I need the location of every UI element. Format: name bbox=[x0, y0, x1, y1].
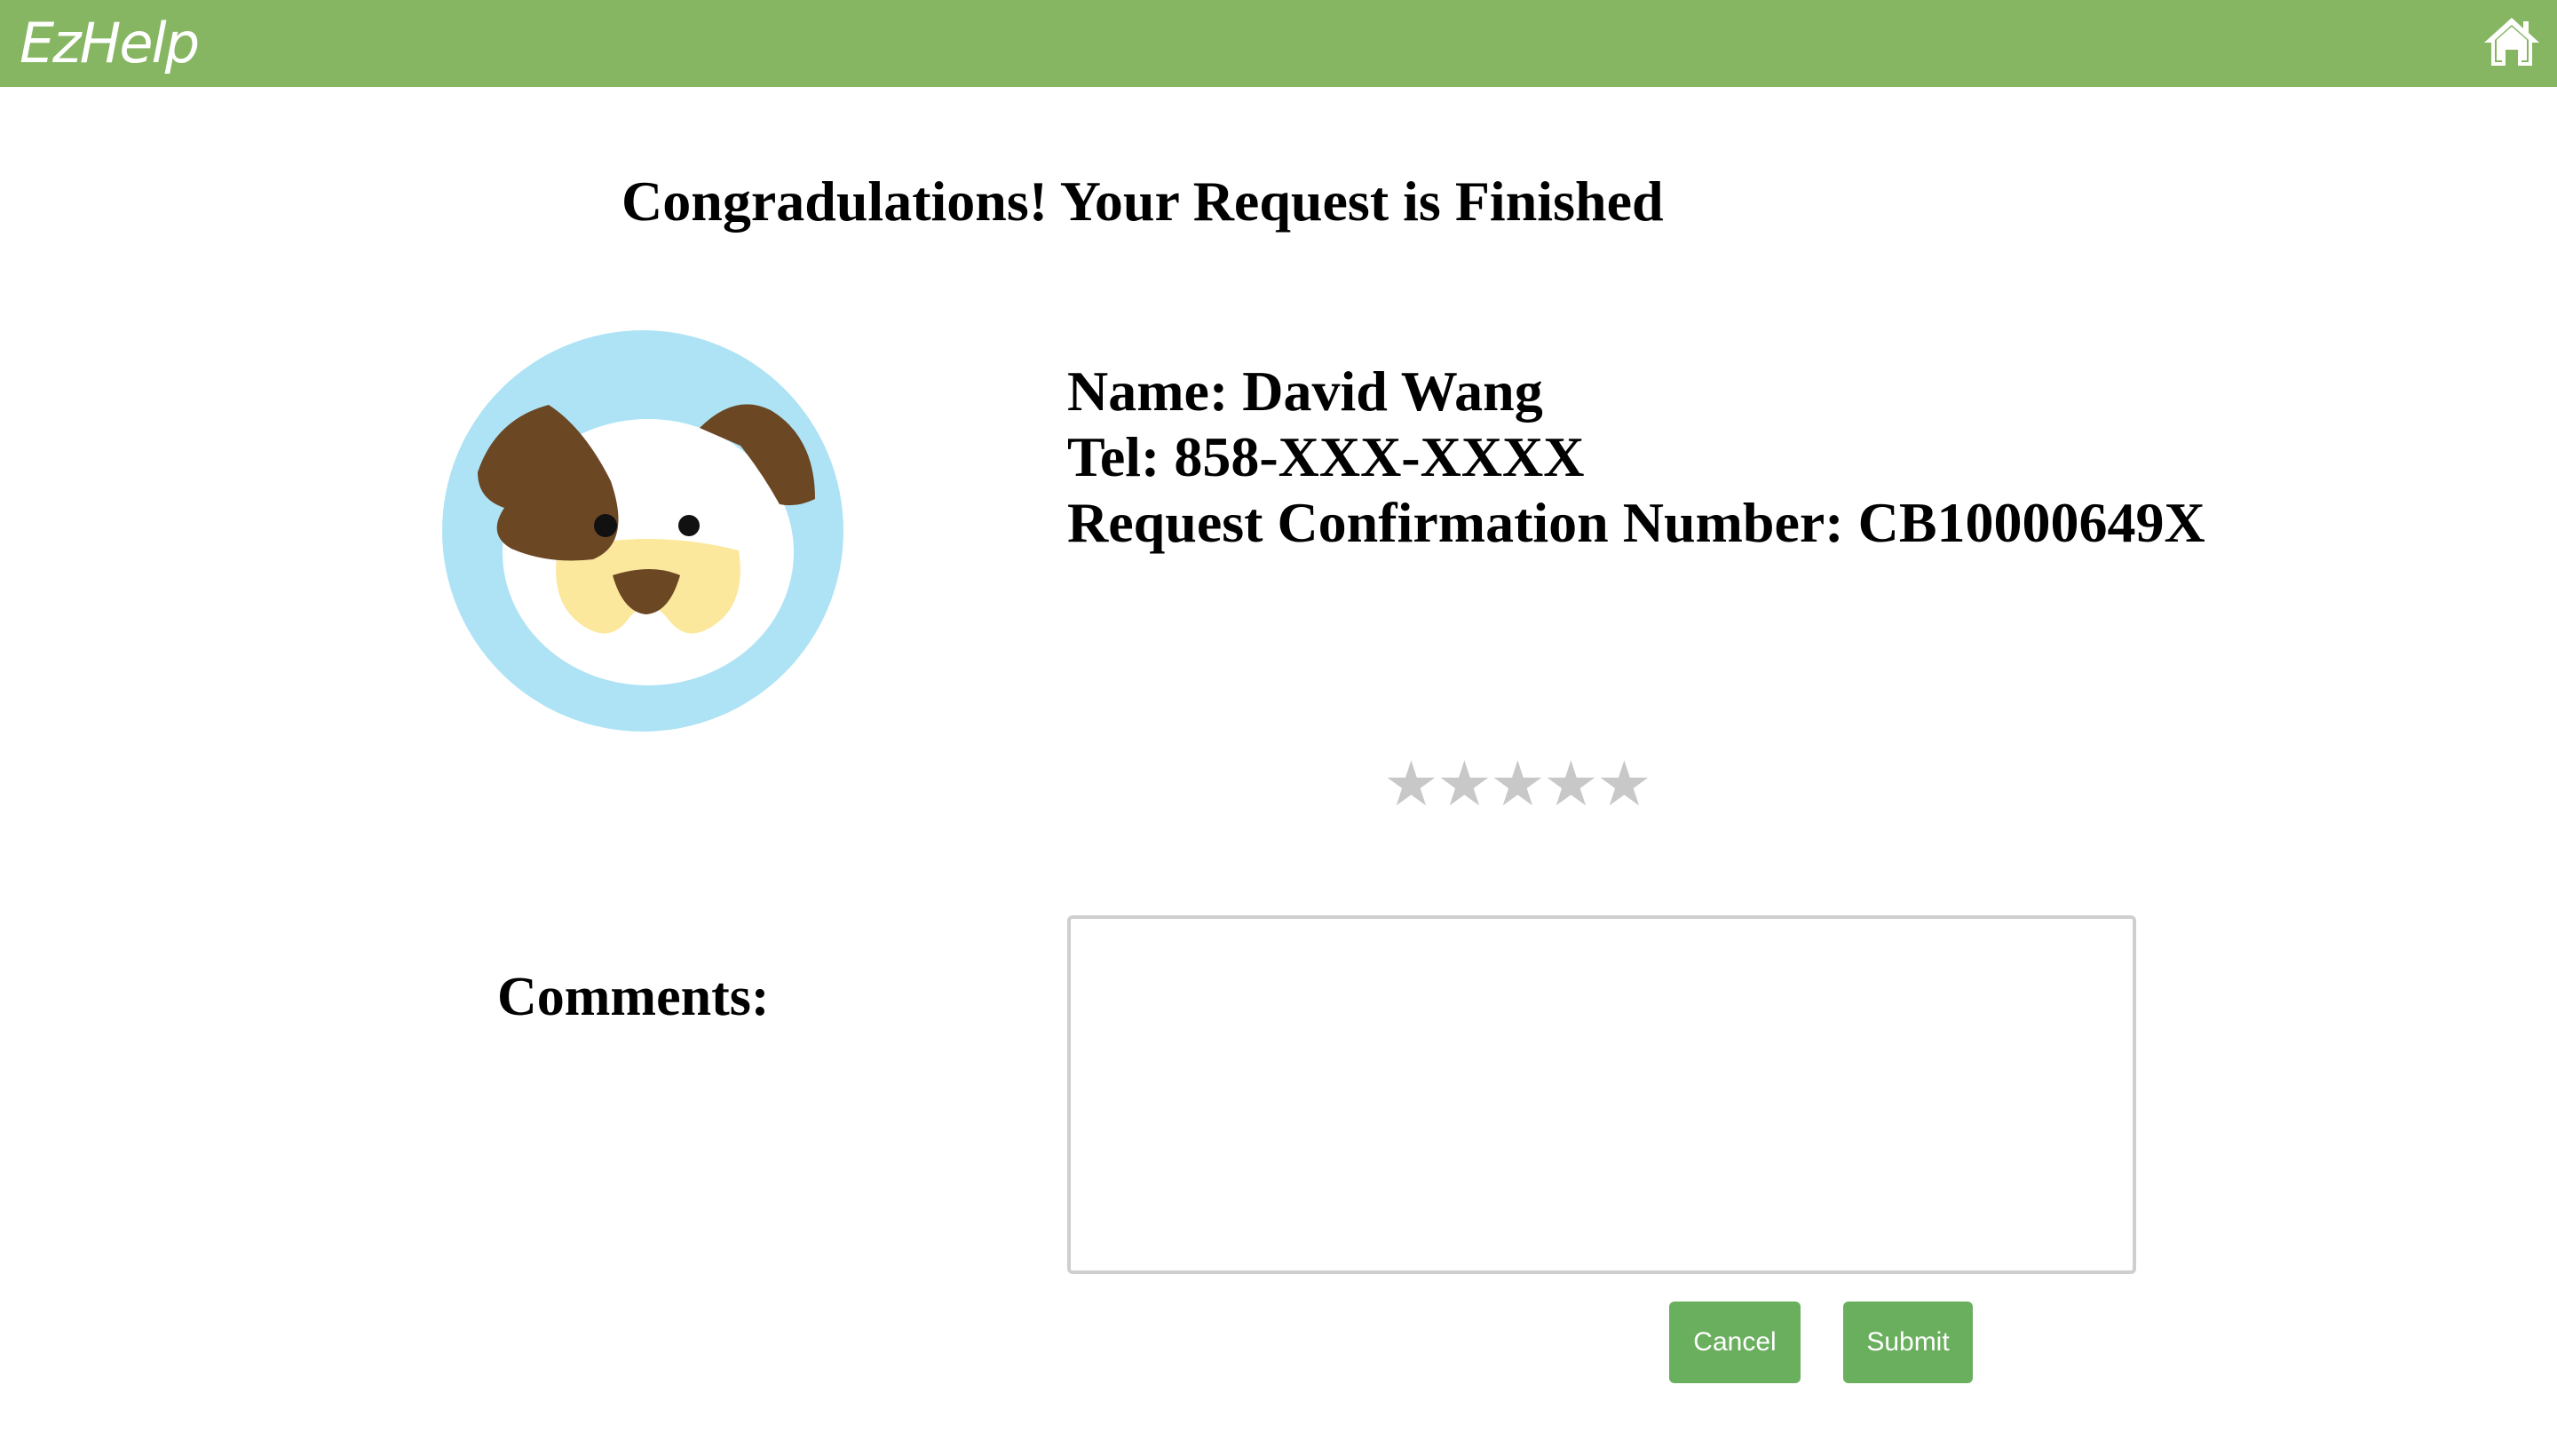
home-icon[interactable] bbox=[2482, 14, 2541, 69]
star-icon[interactable]: ★ bbox=[1383, 744, 1439, 824]
tel-text: Tel: 858-XXX-XXXX bbox=[1067, 425, 1585, 488]
star-icon[interactable]: ★ bbox=[1596, 744, 1652, 824]
submit-button[interactable]: Submit bbox=[1843, 1302, 1973, 1383]
dog-avatar-icon bbox=[442, 330, 843, 732]
star-icon[interactable]: ★ bbox=[1543, 744, 1599, 824]
comments-input[interactable] bbox=[1067, 915, 2136, 1274]
comments-label: Comments: bbox=[497, 967, 770, 1027]
name-text: Name: David Wang bbox=[1067, 360, 1543, 423]
cancel-button[interactable]: Cancel bbox=[1669, 1302, 1801, 1383]
request-info: Name: David Wang Tel: 858-XXX-XXXX Reque… bbox=[1067, 359, 2205, 556]
star-rating[interactable]: ★ ★ ★ ★ ★ bbox=[1383, 744, 1652, 824]
top-bar: EzHelp bbox=[0, 0, 2557, 87]
page-title: Congradulations! Your Request is Finishe… bbox=[621, 170, 1664, 233]
star-icon[interactable]: ★ bbox=[1490, 744, 1546, 824]
app-logo[interactable]: EzHelp bbox=[20, 5, 200, 82]
confirmation-number-text: Request Confirmation Number: CB10000649X bbox=[1067, 491, 2205, 554]
star-icon[interactable]: ★ bbox=[1437, 744, 1492, 824]
